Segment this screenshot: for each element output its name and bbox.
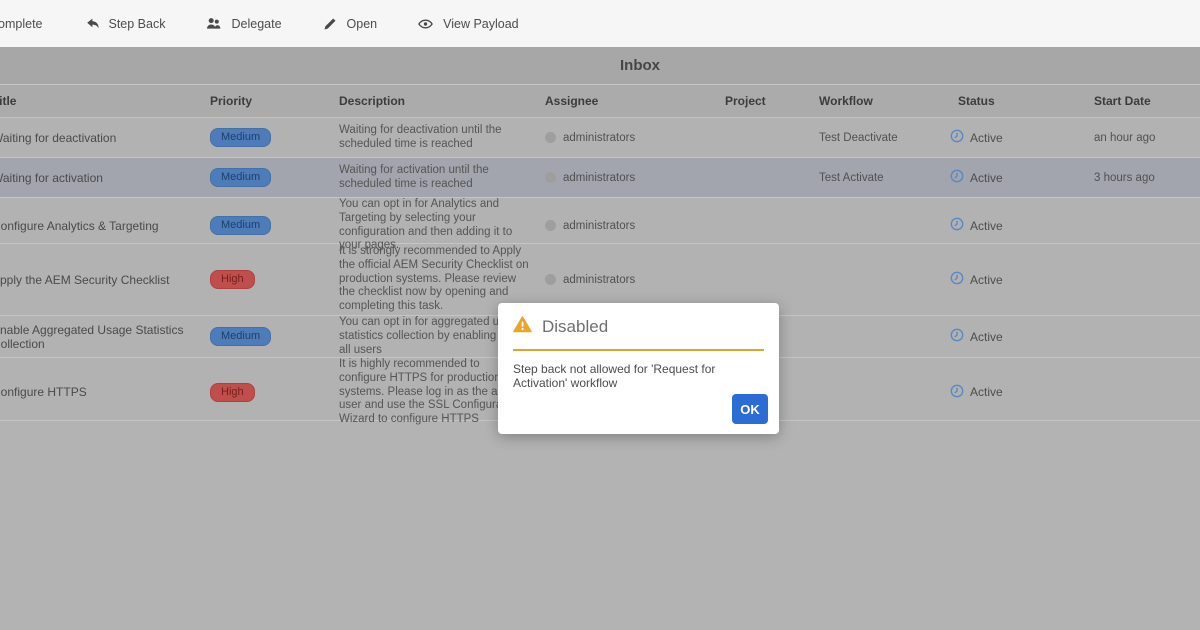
- delegate-label: Delegate: [231, 16, 282, 31]
- table-row[interactable]: Waiting for deactivation Medium Waiting …: [0, 118, 1200, 158]
- status-label: Active: [970, 170, 1003, 185]
- view-payload-label: View Payload: [443, 16, 519, 31]
- step-back-icon: [83, 16, 100, 32]
- assignee-name: administrators: [563, 171, 636, 184]
- open-button[interactable]: Open: [318, 10, 382, 38]
- dialog-title: Disabled: [542, 317, 609, 336]
- task-title: Waiting for deactivation: [0, 130, 117, 145]
- clock-icon: [950, 169, 964, 186]
- complete-label: Complete: [0, 16, 43, 31]
- step-back-button[interactable]: Step Back: [79, 10, 170, 38]
- clock-icon: [950, 384, 964, 401]
- task-title: Waiting for activation: [0, 170, 103, 185]
- column-header-priority: Priority: [210, 94, 253, 108]
- priority-badge: Medium: [210, 327, 272, 347]
- column-header-description: Description: [339, 94, 406, 108]
- clock-icon: [950, 129, 964, 146]
- inbox-title-band: Inbox: [0, 47, 1200, 84]
- start-date: 3 hours ago: [1094, 171, 1155, 184]
- warning-icon: [513, 316, 532, 338]
- priority-badge: Medium: [210, 168, 272, 187]
- table-row[interactable]: Waiting for activation Medium Waiting fo…: [0, 158, 1200, 198]
- task-title: Configure HTTPS: [0, 385, 87, 400]
- eye-icon: [417, 16, 434, 32]
- step-back-label: Step Back: [108, 16, 166, 31]
- delegate-button[interactable]: Delegate: [201, 10, 285, 38]
- view-payload-button[interactable]: View Payload: [413, 10, 523, 38]
- complete-button[interactable]: Complete: [0, 10, 47, 38]
- assignee-name: administrators: [563, 131, 636, 144]
- page-title: Inbox: [620, 57, 660, 74]
- task-title: Apply the AEM Security Checklist: [0, 272, 170, 287]
- disabled-dialog: Disabled Step back not allowed for 'Requ…: [498, 303, 779, 434]
- priority-badge: High: [210, 270, 255, 289]
- clock-icon: [950, 217, 964, 234]
- workflow-name: Test Deactivate: [819, 131, 898, 144]
- column-header-start-date: Start Date: [1094, 94, 1151, 108]
- clock-icon: [950, 271, 964, 288]
- pencil-icon: [322, 16, 338, 32]
- assignee-name: administrators: [563, 273, 636, 286]
- column-header-workflow: Workflow: [819, 94, 873, 108]
- avatar: [545, 172, 556, 183]
- status-label: Active: [970, 130, 1003, 145]
- task-description: Waiting for deactivation until the sched…: [339, 123, 502, 150]
- dialog-message: Step back not allowed for 'Request for A…: [513, 362, 716, 390]
- delegate-icon: [205, 16, 222, 32]
- clock-icon: [950, 328, 964, 345]
- table-row[interactable]: Configure Analytics & Targeting Medium Y…: [0, 198, 1200, 251]
- avatar: [545, 274, 556, 285]
- workflow-name: Test Activate: [819, 171, 884, 184]
- priority-badge: High: [210, 382, 255, 402]
- status-label: Active: [970, 272, 1003, 287]
- column-header-status: Status: [958, 94, 995, 108]
- open-label: Open: [346, 16, 378, 31]
- status-label: Active: [970, 385, 1003, 400]
- column-header-assignee: Assignee: [545, 94, 599, 108]
- assignee-name: administrators: [563, 219, 636, 232]
- start-date: an hour ago: [1094, 131, 1156, 144]
- priority-badge: Medium: [210, 128, 272, 147]
- column-header-project: Project: [725, 94, 766, 108]
- status-label: Active: [970, 329, 1003, 344]
- task-description: Waiting for activation until the schedul…: [339, 163, 489, 190]
- ok-button[interactable]: OK: [732, 394, 768, 424]
- action-toolbar: Complete Step Back Delegate Open: [0, 0, 1200, 47]
- task-title: Enable Aggregated Usage Statistics Colle…: [0, 322, 184, 351]
- table-header-row: Title Priority Description Assignee Proj…: [0, 84, 1200, 118]
- dialog-header: Disabled: [513, 303, 764, 351]
- task-title: Configure Analytics & Targeting: [0, 218, 159, 233]
- priority-badge: Medium: [210, 216, 272, 236]
- avatar: [545, 220, 556, 232]
- status-label: Active: [970, 218, 1003, 233]
- column-header-title: Title: [0, 94, 17, 108]
- avatar: [545, 132, 556, 143]
